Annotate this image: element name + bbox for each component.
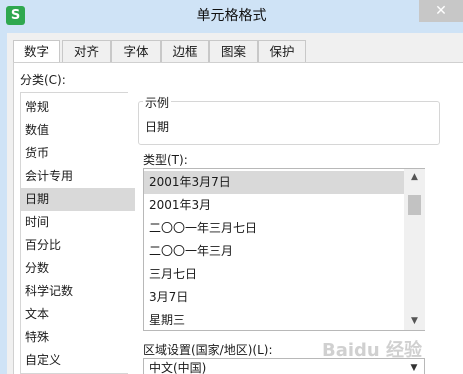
category-item-number[interactable]: 数值: [21, 119, 135, 142]
locale-value: 中文(中国): [149, 361, 207, 374]
category-item-currency[interactable]: 货币: [21, 142, 135, 165]
category-item-date[interactable]: 日期: [21, 188, 135, 211]
tab-pattern[interactable]: 图案: [209, 40, 258, 63]
category-item-time[interactable]: 时间: [21, 211, 135, 234]
type-item[interactable]: 3月7日: [144, 286, 409, 309]
tab-protection[interactable]: 保护: [258, 40, 306, 63]
type-item[interactable]: 二〇〇一年三月七日: [144, 217, 409, 240]
scroll-thumb[interactable]: [408, 195, 421, 215]
tab-font[interactable]: 字体: [111, 40, 161, 63]
type-label: 类型(T):: [143, 153, 188, 167]
locale-label: 区域设置(国家/地区)(L):: [143, 343, 273, 357]
category-item-accounting[interactable]: 会计专用: [21, 165, 135, 188]
sample-legend: 示例: [143, 94, 172, 111]
category-item-general[interactable]: 常规: [21, 96, 135, 119]
scroll-up-arrow-icon[interactable]: ▲: [404, 169, 425, 186]
type-item[interactable]: 2001年3月7日: [144, 171, 409, 194]
category-list[interactable]: 常规 数值 货币 会计专用 日期 时间 百分比 分数 科学记数 文本 特殊 自定…: [20, 92, 135, 374]
category-item-special[interactable]: 特殊: [21, 326, 135, 349]
tab-alignment[interactable]: 对齐: [62, 40, 111, 63]
tab-number[interactable]: 数字: [13, 40, 60, 64]
type-item[interactable]: 星期三: [144, 309, 409, 332]
close-button[interactable]: ✕: [419, 0, 463, 22]
type-list[interactable]: 2001年3月7日 2001年3月 二〇〇一年三月七日 二〇〇一年三月 三月七日…: [143, 168, 425, 331]
tab-border[interactable]: 边框: [161, 40, 209, 63]
category-item-scientific[interactable]: 科学记数: [21, 280, 135, 303]
type-item[interactable]: 二〇〇一年三月: [144, 240, 409, 263]
sample-group: 日期: [138, 101, 440, 145]
type-list-scrollbar[interactable]: ▲ ▼: [404, 169, 425, 330]
scroll-down-arrow-icon[interactable]: ▼: [404, 313, 425, 330]
dialog-title: 单元格格式: [196, 8, 267, 24]
watermark: Baidu 经验: [322, 340, 423, 361]
category-item-text[interactable]: 文本: [21, 303, 135, 326]
type-item[interactable]: 三月七日: [144, 263, 409, 286]
category-label: 分类(C):: [20, 73, 66, 87]
title-bar: S 单元格格式 ✕: [0, 0, 463, 33]
category-item-fraction[interactable]: 分数: [21, 257, 135, 280]
category-item-percentage[interactable]: 百分比: [21, 234, 135, 257]
sample-value: 日期: [145, 120, 170, 134]
type-item[interactable]: 2001年3月: [144, 194, 409, 217]
category-item-custom[interactable]: 自定义: [21, 349, 135, 372]
